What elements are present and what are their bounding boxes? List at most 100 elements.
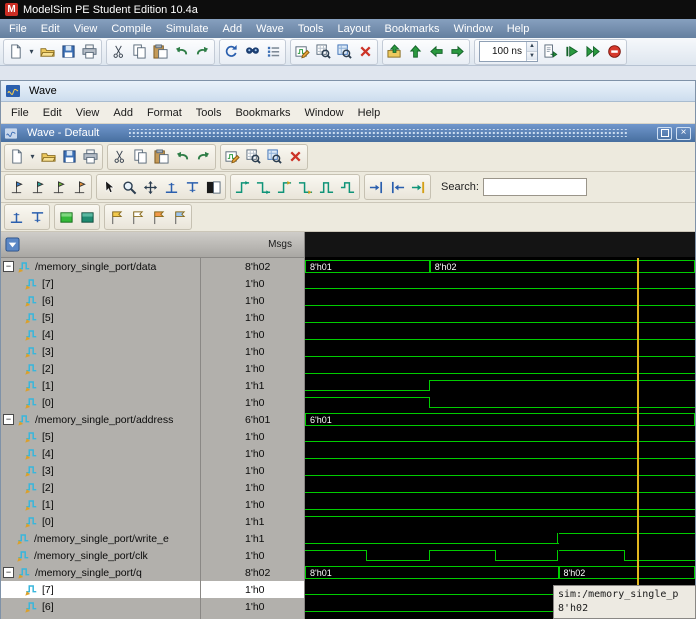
signal-value-row[interactable]: 1'h0: [201, 343, 304, 360]
search-input[interactable]: [483, 178, 587, 196]
menu-wave[interactable]: Wave: [249, 22, 291, 36]
signal-row[interactable]: [3]: [1, 462, 200, 479]
cursor-teal-button[interactable]: [27, 177, 48, 198]
menu-add[interactable]: Add: [216, 22, 250, 36]
signal-value-row[interactable]: 8'h02: [201, 564, 304, 581]
envup-button[interactable]: [384, 41, 405, 62]
main-titlebar[interactable]: M ModelSim PE Student Edition 10.4a: [0, 0, 696, 19]
ruler-top-button[interactable]: [182, 177, 203, 198]
signal-row[interactable]: /memory_single_port/write_e: [1, 530, 200, 547]
signal-row[interactable]: [1]: [1, 496, 200, 513]
signal-value-row[interactable]: 1'h0: [201, 598, 304, 615]
signal-row[interactable]: [1]: [1, 377, 200, 394]
signal-value-row[interactable]: 1'h0: [201, 309, 304, 326]
signal-value-row[interactable]: 1'h1: [201, 513, 304, 530]
menu-tools[interactable]: Tools: [291, 22, 331, 36]
signal-value-row[interactable]: 1'h0: [201, 615, 304, 619]
zoomgrid-button[interactable]: [243, 146, 264, 167]
print-button[interactable]: [80, 146, 101, 167]
signal-row[interactable]: /memory_single_port/address: [1, 411, 200, 428]
time-cursor[interactable]: [637, 258, 639, 619]
signal-value-row[interactable]: 1'h0: [201, 445, 304, 462]
flag2-button[interactable]: [127, 207, 148, 228]
bw-button[interactable]: [203, 177, 224, 198]
run-length-field[interactable]: 100 ns▲▼: [479, 41, 538, 62]
editwave-button[interactable]: [222, 146, 243, 167]
signal-row[interactable]: /memory_single_port/q: [1, 564, 200, 581]
pointer-button[interactable]: [98, 177, 119, 198]
signal-value-row[interactable]: 1'h1: [201, 377, 304, 394]
reload-button[interactable]: [221, 41, 242, 62]
findgrid-button[interactable]: [264, 146, 285, 167]
menu-edit[interactable]: Edit: [36, 106, 69, 120]
signal-row[interactable]: /memory_single_port/data: [1, 258, 200, 275]
ruler-bottom-button[interactable]: [161, 177, 182, 198]
continue-button[interactable]: [562, 41, 583, 62]
signal-value-row[interactable]: 1'h0: [201, 326, 304, 343]
cut-button[interactable]: [109, 146, 130, 167]
time-increment-button[interactable]: ▲: [527, 42, 537, 52]
zoombox-button[interactable]: [119, 177, 140, 198]
waveform-canvas[interactable]: 8'h018'h026'h018'h018'h02: [305, 258, 695, 619]
copy-button[interactable]: [129, 41, 150, 62]
new-button[interactable]: [6, 146, 27, 167]
signal-value-row[interactable]: 1'h0: [201, 428, 304, 445]
new-dropdown-button[interactable]: ▾: [27, 146, 38, 167]
time-decrement-button[interactable]: ▼: [527, 52, 537, 61]
signal-value-row[interactable]: 1'h0: [201, 292, 304, 309]
timeline-header[interactable]: [305, 232, 695, 258]
signal-row[interactable]: [5]: [1, 615, 200, 619]
green-block-button[interactable]: [56, 207, 77, 228]
runall-button[interactable]: [583, 41, 604, 62]
signal-row[interactable]: /memory_single_port/clk: [1, 547, 200, 564]
pane-drag-grip[interactable]: [129, 129, 627, 137]
delete-button[interactable]: [355, 41, 376, 62]
findgrid-button[interactable]: [334, 41, 355, 62]
wave-titlebar[interactable]: Wave: [1, 81, 695, 102]
print-button[interactable]: [79, 41, 100, 62]
wave-default-tab-bar[interactable]: Wave - Default ×: [1, 124, 695, 142]
green-block2-button[interactable]: [77, 207, 98, 228]
signal-row[interactable]: [5]: [1, 309, 200, 326]
next-transition-button[interactable]: [366, 177, 387, 198]
paste-button[interactable]: [151, 146, 172, 167]
undock-button[interactable]: [657, 127, 672, 140]
redo-button[interactable]: [193, 146, 214, 167]
signal-row[interactable]: [4]: [1, 445, 200, 462]
menu-bookmarks[interactable]: Bookmarks: [378, 22, 447, 36]
collapse-toggle[interactable]: [3, 261, 14, 272]
new-button[interactable]: [5, 41, 26, 62]
edge-fall-arrow-button[interactable]: [295, 177, 316, 198]
menu-format[interactable]: Format: [140, 106, 189, 120]
run-button[interactable]: [541, 41, 562, 62]
menu-layout[interactable]: Layout: [331, 22, 378, 36]
menu-edit[interactable]: Edit: [34, 22, 67, 36]
undo-button[interactable]: [171, 41, 192, 62]
paste-button[interactable]: [150, 41, 171, 62]
flag3-button[interactable]: [148, 207, 169, 228]
collapse-toggle[interactable]: [3, 414, 14, 425]
signal-row[interactable]: [6]: [1, 598, 200, 615]
open-button[interactable]: [37, 41, 58, 62]
ruler-bottom-button[interactable]: [6, 207, 27, 228]
signal-value-row[interactable]: 1'h0: [201, 462, 304, 479]
delete-button[interactable]: [285, 146, 306, 167]
menu-view[interactable]: View: [69, 106, 107, 120]
signal-row[interactable]: [0]: [1, 513, 200, 530]
cursor-orange-button[interactable]: [69, 177, 90, 198]
menu-add[interactable]: Add: [106, 106, 140, 120]
signal-row[interactable]: [7]: [1, 581, 200, 598]
signal-value-row[interactable]: 1'h0: [201, 581, 304, 598]
signal-value-row[interactable]: 1'h0: [201, 360, 304, 377]
menu-compile[interactable]: Compile: [104, 22, 158, 36]
signal-value-row[interactable]: 1'h1: [201, 530, 304, 547]
menu-simulate[interactable]: Simulate: [159, 22, 216, 36]
copy-button[interactable]: [130, 146, 151, 167]
save-button[interactable]: [58, 41, 79, 62]
break-button[interactable]: [604, 41, 625, 62]
menu-bookmarks[interactable]: Bookmarks: [228, 106, 297, 120]
back-button[interactable]: [426, 41, 447, 62]
up-button[interactable]: [405, 41, 426, 62]
objects-button[interactable]: [263, 41, 284, 62]
edge-last-button[interactable]: [337, 177, 358, 198]
